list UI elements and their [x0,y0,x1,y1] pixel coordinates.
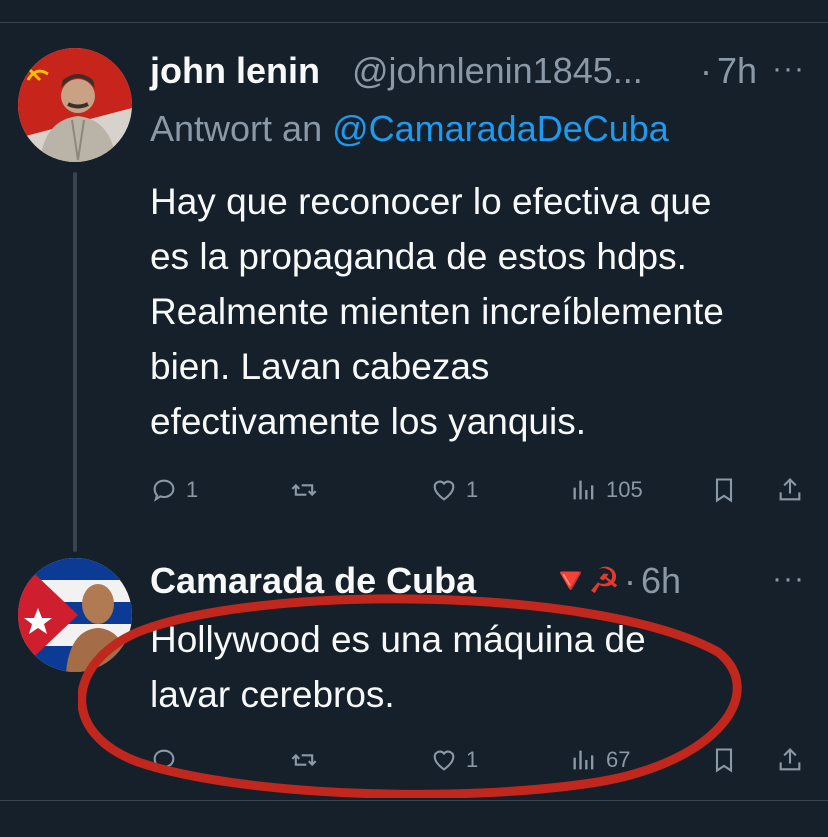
like-button[interactable]: 1 [430,470,478,510]
time-separator: · [700,50,712,91]
views-icon [573,480,594,500]
tweet-text: Hollywood es una máquina de lavar cerebr… [150,619,646,715]
avatar-camarada-de-cuba[interactable] [18,558,132,672]
author-handle[interactable]: @johnlenin1845... [352,50,643,92]
reply-icon [153,479,175,502]
tweet-timestamp[interactable]: 6h [641,560,681,602]
reply-count: 1 [186,477,199,502]
share-button[interactable] [776,470,804,510]
author-name-camarada-de-cuba[interactable]: Camarada de Cuba [150,560,476,602]
like-icon [433,750,455,771]
like-icon [433,480,455,501]
avatar-john-lenin[interactable] [18,48,132,162]
reply-button[interactable] [150,740,186,780]
views-button[interactable]: 67 [570,740,630,780]
views-count: 67 [606,747,631,772]
reply-to-line: Antwort an @CamaradaDeCuba [150,108,669,150]
like-count: 1 [466,747,479,772]
bookmark-button[interactable] [710,470,738,510]
tweet-actions: 1 1 105 [150,470,820,510]
retweet-button[interactable] [290,740,318,780]
bookmark-icon [715,748,733,773]
views-button[interactable]: 105 [570,470,643,510]
share-icon [779,478,801,501]
retweet-icon [291,753,317,767]
divider-bottom [0,800,828,801]
bookmark-icon [715,478,733,503]
views-icon [573,750,594,770]
like-button[interactable]: 1 [430,740,478,780]
bookmark-button[interactable] [710,740,738,780]
reply-button[interactable]: 1 [150,470,198,510]
tweet-actions: 1 67 [150,740,820,780]
more-icon[interactable]: ··· [772,52,805,86]
like-count: 1 [466,477,479,502]
thread-connector-line [73,172,77,552]
divider-top [0,22,828,23]
more-icon[interactable]: ··· [772,562,805,596]
views-count: 105 [606,477,643,502]
red-triangle-emoji: 🔻 [548,560,593,601]
reply-icon [153,749,175,772]
share-icon [779,748,801,771]
share-button[interactable] [776,740,804,780]
author-name-john-lenin[interactable]: john lenin [150,50,320,92]
tweet-timestamp[interactable]: 7h [717,50,757,92]
reply-to-mention[interactable]: @CamaradaDeCuba [332,108,669,149]
hammer-sickle-emoji: ☭ [588,560,621,601]
time-separator: · [624,560,636,601]
tweet-text: Hay que reconocer lo efectiva que es la … [150,181,724,442]
retweet-button[interactable] [290,470,318,510]
retweet-icon [291,483,317,497]
reply-to-prefix: Antwort an [150,108,333,149]
